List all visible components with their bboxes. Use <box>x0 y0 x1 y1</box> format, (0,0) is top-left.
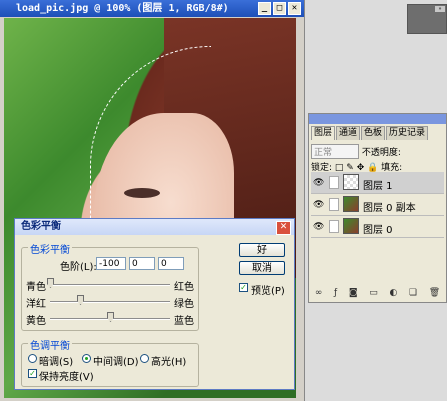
magenta-green-slider-track[interactable] <box>50 301 170 303</box>
blend-mode-select[interactable]: 正常 <box>311 144 359 159</box>
mask-icon[interactable]: ◙ <box>349 288 358 300</box>
link-toggle[interactable] <box>329 220 339 233</box>
opacity-label: 不透明度: <box>361 148 401 158</box>
preview-checkbox[interactable]: ✓ <box>239 283 248 292</box>
cancel-button[interactable]: 取消 <box>239 261 285 275</box>
level-field-magenta-green[interactable]: 0 <box>129 257 155 270</box>
delete-layer-icon[interactable]: 🗑 <box>429 288 440 300</box>
shadows-radio[interactable] <box>28 354 37 363</box>
midtones-radio[interactable] <box>82 354 91 363</box>
layer-row[interactable]: 👁 图层 0 <box>311 216 444 238</box>
link-layers-icon[interactable]: ∞ <box>315 288 323 300</box>
preserve-luminosity-checkbox[interactable]: ✓ <box>28 369 37 378</box>
layer-thumbnail <box>343 174 359 190</box>
slider-left-label-2: 洋红 <box>26 299 46 310</box>
slider-right-label-3: 蓝色 <box>174 316 194 327</box>
layer-name: 图层 0 副本 <box>363 203 416 214</box>
midtones-radio-label[interactable]: 中间调(D) <box>93 353 139 368</box>
layer-style-icon[interactable]: ƒ <box>334 288 337 300</box>
visibility-eye-icon[interactable]: 👁 <box>313 222 324 232</box>
cyan-red-slider-track[interactable] <box>50 284 170 286</box>
shadows-radio-label[interactable]: 暗调(S) <box>39 353 73 368</box>
cyan-red-slider-thumb[interactable] <box>47 278 54 288</box>
layer-thumbnail <box>343 196 359 212</box>
tab-channels[interactable]: 通道 <box>336 126 361 140</box>
highlights-radio[interactable] <box>140 354 149 363</box>
close-button[interactable]: ✕ <box>288 2 301 15</box>
maximize-button[interactable]: □ <box>273 2 286 15</box>
dialog-close-button[interactable]: ✕ <box>276 221 291 235</box>
yellow-blue-slider-thumb[interactable] <box>107 312 114 322</box>
tab-swatches[interactable]: 色板 <box>361 126 386 140</box>
slider-left-label-3: 黄色 <box>26 316 46 327</box>
level-field-cyan-red[interactable]: -100 <box>96 257 126 270</box>
slider-right-label-2: 绿色 <box>174 299 194 310</box>
navigator-thumbnail[interactable]: » <box>407 4 447 34</box>
layer-row[interactable]: 👁 图层 0 副本 <box>311 194 444 216</box>
link-toggle[interactable] <box>329 198 339 211</box>
expand-icon[interactable]: » <box>435 6 445 12</box>
layer-thumbnail <box>343 218 359 234</box>
color-balance-group-label: 色彩平衡 <box>28 241 72 256</box>
layer-name: 图层 1 <box>363 181 393 192</box>
minimize-button[interactable]: _ <box>258 2 271 15</box>
new-set-icon[interactable]: ▭ <box>369 288 378 300</box>
visibility-eye-icon[interactable]: 👁 <box>313 200 324 210</box>
preview-label[interactable]: 预览(P) <box>251 282 285 297</box>
tab-layers[interactable]: 图层 <box>311 126 336 140</box>
ok-button[interactable]: 好 <box>239 243 285 257</box>
tone-balance-group: 色调平衡 暗调(S) 中间调(D) 高光(H) ✓ 保持亮度(V) <box>21 337 199 387</box>
new-layer-icon[interactable]: ❏ <box>409 288 417 300</box>
slider-right-label-1: 红色 <box>174 282 194 293</box>
palette-tabs: 图层 通道 色板 历史记录 <box>311 126 429 140</box>
color-balance-dialog: 色彩平衡 ✕ 色彩平衡 色阶(L): -100 0 0 青色 红色 洋红 绿色 … <box>14 218 295 390</box>
tone-balance-group-label: 色调平衡 <box>28 337 72 352</box>
layer-row[interactable]: 👁 图层 1 <box>311 172 444 194</box>
layer-name: 图层 0 <box>363 225 393 236</box>
preserve-luminosity-label[interactable]: 保持亮度(V) <box>39 368 94 383</box>
blend-row: 正常 不透明度: <box>311 144 401 159</box>
levels-label: 色阶(L): <box>60 262 97 273</box>
highlights-radio-label[interactable]: 高光(H) <box>151 353 186 368</box>
color-balance-group: 色彩平衡 色阶(L): -100 0 0 青色 红色 洋红 绿色 黄色 蓝色 <box>21 241 199 331</box>
palette-bottom-toolbar: ∞ ƒ ◙ ▭ ◐ ❏ 🗑 <box>309 288 446 300</box>
visibility-eye-icon[interactable]: 👁 <box>313 178 324 188</box>
level-field-yellow-blue[interactable]: 0 <box>158 257 184 270</box>
slider-left-label-1: 青色 <box>26 282 46 293</box>
adjustment-layer-icon[interactable]: ◐ <box>389 288 397 300</box>
link-toggle[interactable] <box>329 176 339 189</box>
tab-history[interactable]: 历史记录 <box>386 126 429 140</box>
document-title: load_pic.jpg @ 100% (图层 1, RGB/8#) <box>16 3 229 14</box>
document-title-bar[interactable]: load_pic.jpg @ 100% (图层 1, RGB/8#) _ □ ✕ <box>0 0 304 17</box>
magenta-green-slider-thumb[interactable] <box>77 295 84 305</box>
layers-palette: 图层 通道 色板 历史记录 正常 不透明度: 锁定: □ ✎ ✥ 🔒 填充: 👁… <box>308 113 447 303</box>
palette-title-bar[interactable] <box>309 114 446 124</box>
dialog-title[interactable]: 色彩平衡 <box>15 219 294 235</box>
